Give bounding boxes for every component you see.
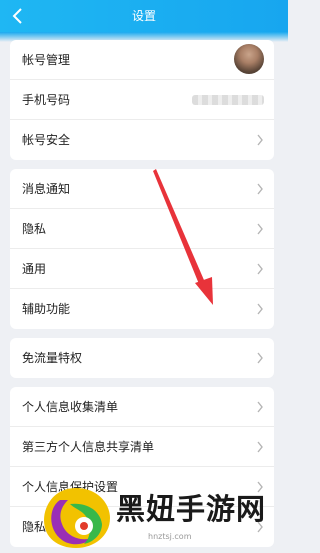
row-label: 辅助功能 [22, 302, 71, 316]
row-label: 个人信息收集清单 [22, 400, 119, 414]
general-group: 消息通知 隐私 通用 辅助功能 [10, 169, 274, 329]
row-label: 帐号管理 [22, 53, 71, 67]
chevron-right-icon [257, 441, 263, 453]
row-notifications[interactable]: 消息通知 [10, 169, 274, 209]
chevron-right-icon [257, 263, 263, 275]
account-group: 帐号管理 手机号码 帐号安全 [10, 40, 274, 160]
row-label: 帐号安全 [22, 133, 71, 147]
chevron-right-icon [257, 303, 263, 315]
row-label: 通用 [22, 262, 47, 276]
nav-bar: 设置 [0, 0, 288, 32]
chevron-right-icon [257, 183, 263, 195]
row-data-free-privilege[interactable]: 免流量特权 [10, 338, 274, 378]
data-free-group: 免流量特权 [10, 338, 274, 378]
chevron-right-icon [257, 134, 263, 146]
phone-value-blurred [192, 95, 264, 105]
row-label: 隐私 [22, 222, 47, 236]
row-personal-info-list[interactable]: 个人信息收集清单 [10, 387, 274, 427]
row-privacy[interactable]: 隐私 [10, 209, 274, 249]
row-accessibility[interactable]: 辅助功能 [10, 289, 274, 329]
row-general[interactable]: 通用 [10, 249, 274, 289]
watermark-text: 黑妞手游网 [116, 492, 267, 526]
avatar [234, 44, 264, 74]
row-label: 手机号码 [22, 93, 71, 107]
row-account-security[interactable]: 帐号安全 [10, 120, 274, 160]
row-label: 免流量特权 [22, 351, 83, 365]
row-label: 第三方个人信息共享清单 [22, 440, 155, 454]
watermark: 黑妞手游网 hnztsj.com [40, 482, 280, 553]
watermark-url: hnztsj.com [148, 532, 192, 541]
row-label: 消息通知 [22, 182, 71, 196]
chevron-right-icon [257, 352, 263, 364]
row-third-party-sharing-list[interactable]: 第三方个人信息共享清单 [10, 427, 274, 467]
page-title: 设置 [131, 9, 156, 23]
chevron-right-icon [257, 223, 263, 235]
row-account-management[interactable]: 帐号管理 [10, 40, 274, 80]
watermark-logo [44, 488, 110, 548]
chevron-right-icon [257, 401, 263, 413]
row-phone-number[interactable]: 手机号码 [10, 80, 274, 120]
